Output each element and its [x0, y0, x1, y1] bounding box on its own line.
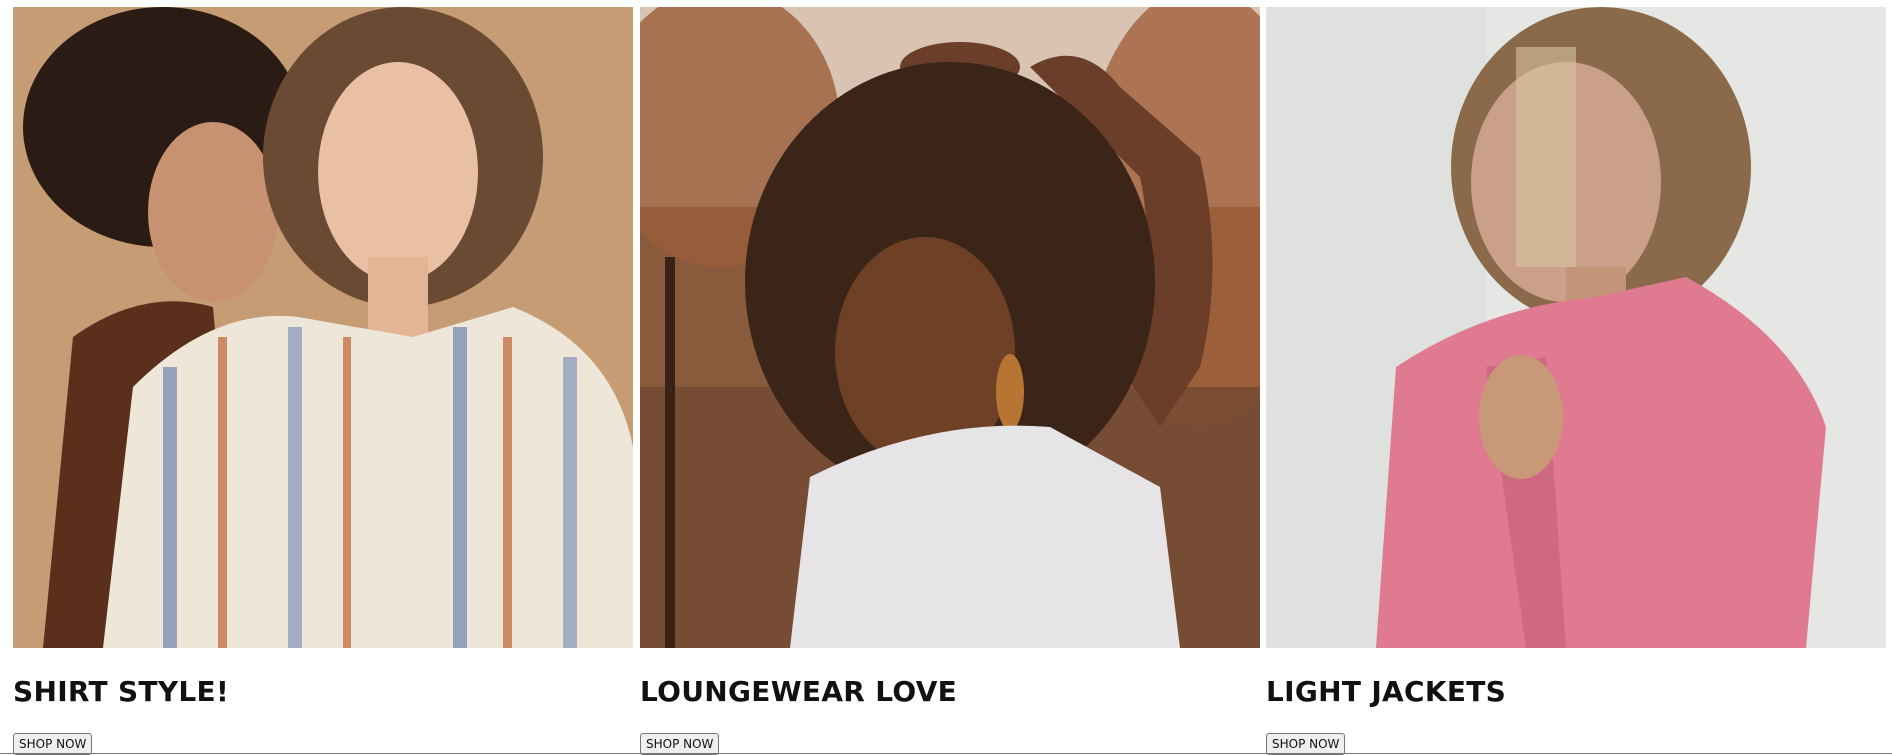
photo-woman-white-tee-autumn	[640, 7, 1260, 648]
collection-card-shirt-style: SHIRT STYLE! SHOP NOW	[13, 7, 633, 755]
collection-title: SHIRT STYLE!	[13, 675, 230, 708]
collection-photo-shirt-style[interactable]	[13, 7, 633, 648]
shop-now-button[interactable]: SHOP NOW	[1266, 733, 1346, 755]
photo-woman-pink-jacket	[1266, 7, 1886, 648]
collection-card-light-jackets: LIGHT JACKETS SHOP NOW	[1266, 7, 1886, 755]
shop-now-button[interactable]: SHOP NOW	[640, 733, 720, 755]
collection-photo-light-jackets[interactable]	[1266, 7, 1886, 648]
collection-photo-loungewear-love[interactable]	[640, 7, 1260, 648]
shop-now-button[interactable]: SHOP NOW	[13, 733, 93, 755]
photo-two-women-striped-shirt	[13, 7, 633, 648]
collection-card-loungewear-love: LOUNGEWEAR LOVE SHOP NOW	[640, 7, 1260, 755]
collection-title: LIGHT JACKETS	[1266, 675, 1507, 708]
bottom-divider	[0, 753, 1892, 754]
collection-grid: SHIRT STYLE! SHOP NOW LOUNGEWEAR LOVE SH…	[0, 0, 1892, 755]
collection-title: LOUNGEWEAR LOVE	[640, 675, 958, 708]
